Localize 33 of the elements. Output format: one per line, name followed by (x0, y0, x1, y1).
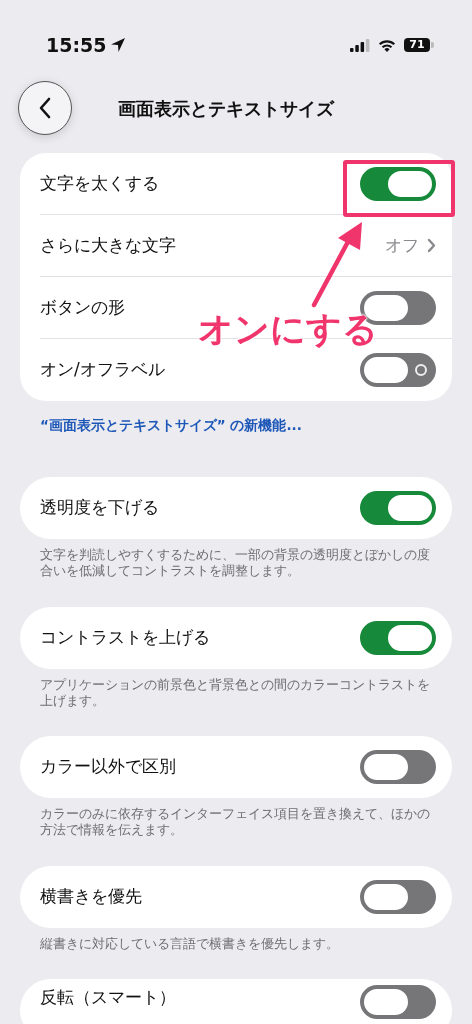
toggle-switch[interactable] (360, 984, 436, 1019)
setting-description: アプリケーションの前景色と背景色との間のカラーコントラストを上げます。 (40, 676, 431, 709)
whats-new-link[interactable]: “画面表示とテキストサイズ” の新機能... (40, 415, 302, 436)
setting-label: 横書きを優先 (40, 884, 142, 908)
annotation-text: オンにする (198, 308, 378, 350)
battery-cap-icon (431, 42, 434, 48)
setting-label: オン/オフラベル (40, 358, 165, 382)
setting-label: 透明度を下げる (40, 496, 159, 520)
setting-description: 縦書きに対応している言語で横書きを優先します。 (40, 935, 340, 952)
chevron-icon (427, 238, 436, 253)
toggle-switch[interactable] (360, 491, 436, 525)
signal-icon (350, 38, 370, 52)
status-time: 15:55 (46, 32, 107, 58)
toggle-switch[interactable] (360, 353, 436, 387)
back-icon (38, 97, 52, 119)
setting-description: 文字を判読しやすくするために、一部の背景の透明度とぼかしの度合いを低減してコントラストを調整します。 (40, 547, 431, 580)
toggle-switch[interactable] (360, 166, 436, 201)
toggle-switch[interactable] (360, 750, 436, 784)
wifi-icon (378, 38, 396, 52)
toggle-switch[interactable] (360, 879, 436, 914)
setting-label: コントラストを上げる (40, 625, 210, 649)
battery-level: 71 (404, 38, 430, 52)
setting-label: 反転（スマート） (40, 985, 176, 1009)
setting-value: オフ (385, 233, 419, 257)
page-title: 画面表示とテキストサイズ (118, 96, 334, 121)
setting-label: 文字を太くする (40, 171, 159, 195)
setting-label: さらに大きな文字 (40, 233, 176, 257)
back-button[interactable] (18, 81, 72, 135)
location-icon (110, 37, 127, 53)
setting-label: カラー以外で区別 (40, 755, 176, 779)
setting-label: ボタンの形 (40, 295, 125, 319)
setting-description: カラーのみに依存するインターフェイス項目を置き換えて、ほかの方法で情報を伝えます。 (40, 806, 431, 839)
toggle-switch[interactable] (360, 620, 436, 655)
